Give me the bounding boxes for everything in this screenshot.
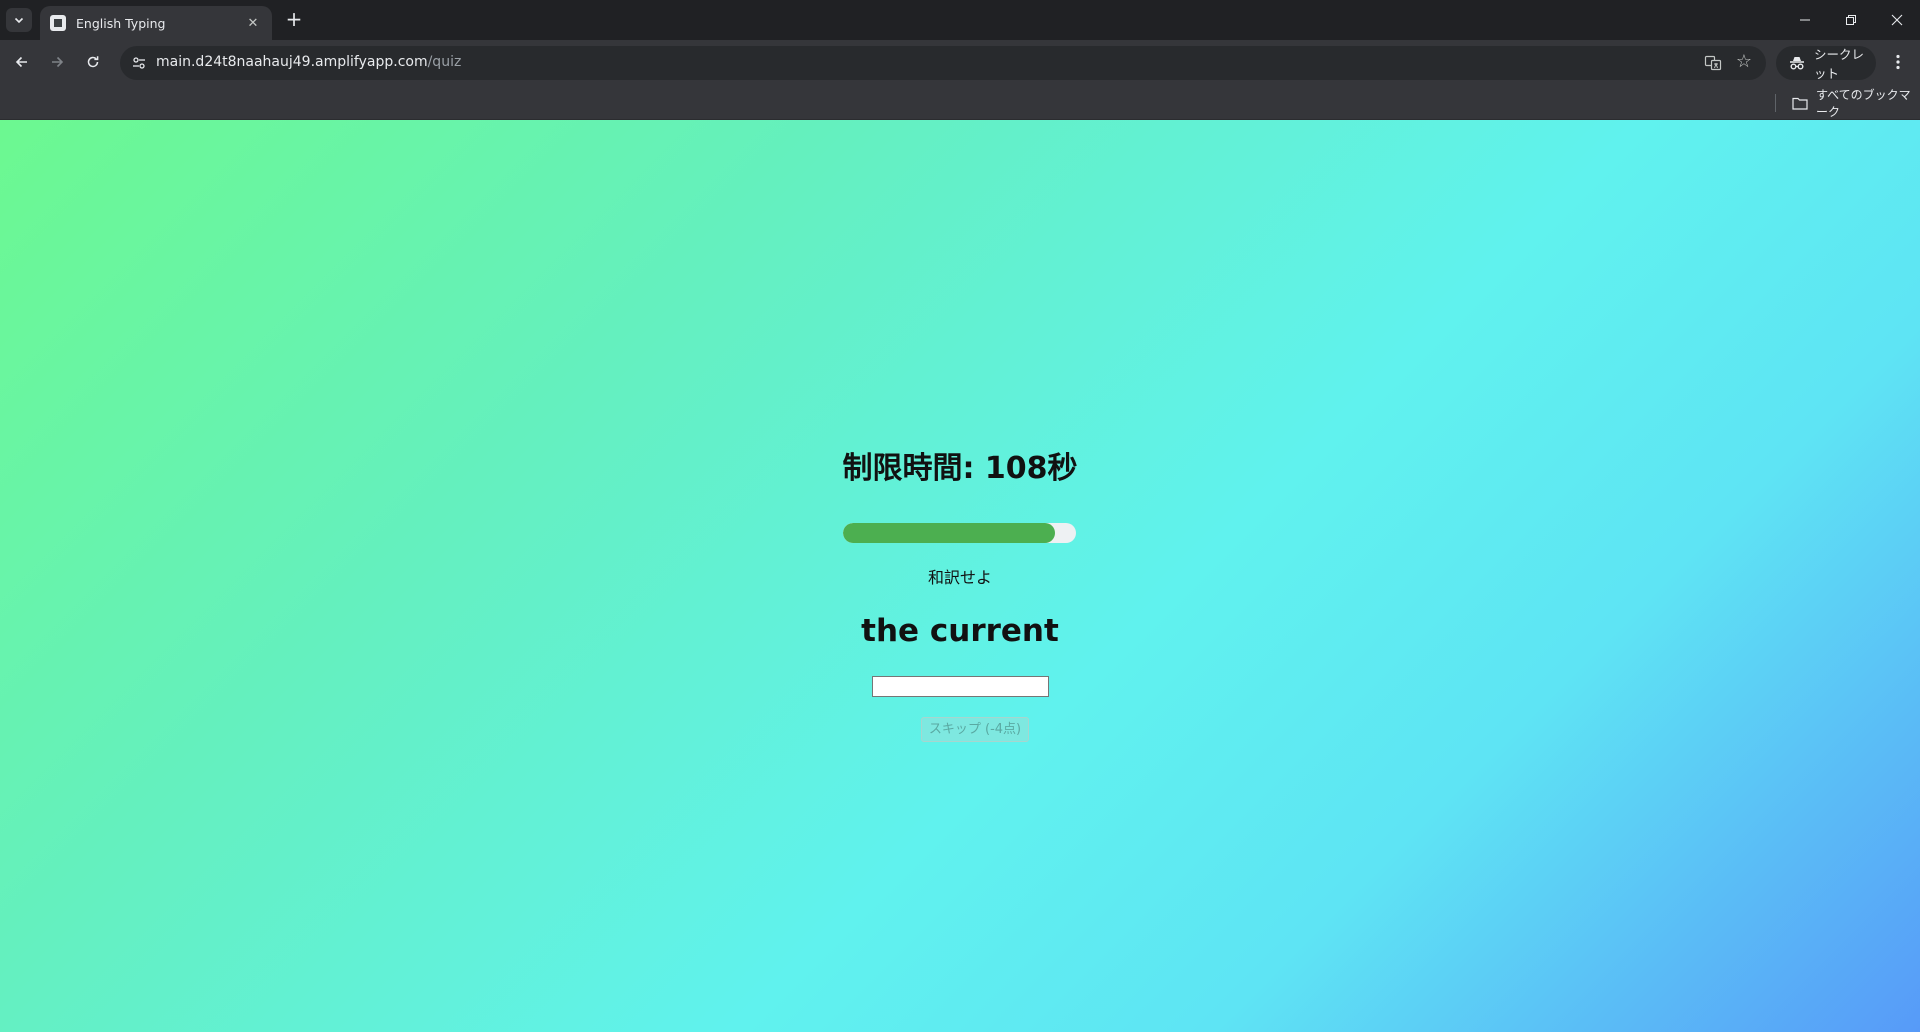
- star-icon[interactable]: ☆: [1734, 52, 1754, 72]
- reload-icon: [85, 54, 101, 74]
- all-bookmarks-label: すべてのブックマーク: [1816, 88, 1911, 119]
- question-word: the current: [861, 613, 1059, 649]
- browser-menu-button[interactable]: [1884, 50, 1912, 78]
- more-vert-icon: [1896, 54, 1900, 74]
- address-bar[interactable]: main.d24t8naahauj49.amplifyapp.com/quiz …: [120, 46, 1766, 80]
- translate-icon[interactable]: [1704, 54, 1722, 72]
- chevron-down-icon: [13, 11, 25, 30]
- timer-heading: 制限時間: 108秒: [842, 451, 1078, 486]
- quiz-panel: 制限時間: 108秒 和訳せよ the current スキップ (-4点): [0, 120, 1920, 1032]
- reload-button[interactable]: [79, 50, 107, 78]
- restore-button[interactable]: [1828, 0, 1874, 40]
- time-progress-bar: [843, 523, 1076, 543]
- favicon-icon: [50, 15, 66, 31]
- page-viewport: 制限時間: 108秒 和訳せよ the current スキップ (-4点): [0, 120, 1920, 1032]
- time-progress-fill: [843, 523, 1056, 543]
- minimize-button[interactable]: [1782, 0, 1828, 40]
- window-close-icon: [1891, 11, 1903, 30]
- restore-icon: [1845, 11, 1857, 30]
- forward-arrow-icon: [49, 54, 65, 74]
- all-bookmarks-button[interactable]: すべてのブックマーク: [1792, 88, 1920, 119]
- tab-title: English Typing: [76, 15, 166, 31]
- forward-button[interactable]: [43, 50, 71, 78]
- instruction-text: 和訳せよ: [927, 568, 992, 587]
- url-text: main.d24t8naahauj49.amplifyapp.com/quiz: [156, 54, 461, 70]
- back-arrow-icon: [14, 54, 30, 74]
- site-info-icon[interactable]: [130, 54, 148, 72]
- browser-toolbar: main.d24t8naahauj49.amplifyapp.com/quiz …: [0, 40, 1920, 86]
- window-close-button[interactable]: [1874, 0, 1920, 40]
- tab-search-button[interactable]: [6, 8, 32, 32]
- close-icon[interactable]: ✕: [244, 16, 262, 31]
- incognito-label: シークレット: [1814, 47, 1865, 81]
- answer-input[interactable]: [872, 676, 1049, 697]
- new-tab-button[interactable]: +: [282, 8, 306, 32]
- url-path: /quiz: [427, 54, 462, 70]
- bookmarks-bar: すべてのブックマーク: [0, 86, 1920, 120]
- bookmarks-divider: [1775, 94, 1776, 112]
- browser-tab[interactable]: English Typing ✕: [40, 6, 272, 40]
- plus-icon: +: [285, 7, 303, 31]
- folder-icon: [1792, 97, 1808, 110]
- url-host: main.d24t8naahauj49.amplifyapp.com: [156, 54, 428, 70]
- incognito-indicator[interactable]: シークレット: [1776, 46, 1876, 81]
- tab-strip: English Typing ✕ +: [0, 0, 1920, 40]
- minimize-icon: [1799, 11, 1811, 30]
- incognito-icon: [1788, 54, 1806, 72]
- skip-button[interactable]: スキップ (-4点): [921, 717, 1029, 742]
- back-button[interactable]: [8, 50, 36, 78]
